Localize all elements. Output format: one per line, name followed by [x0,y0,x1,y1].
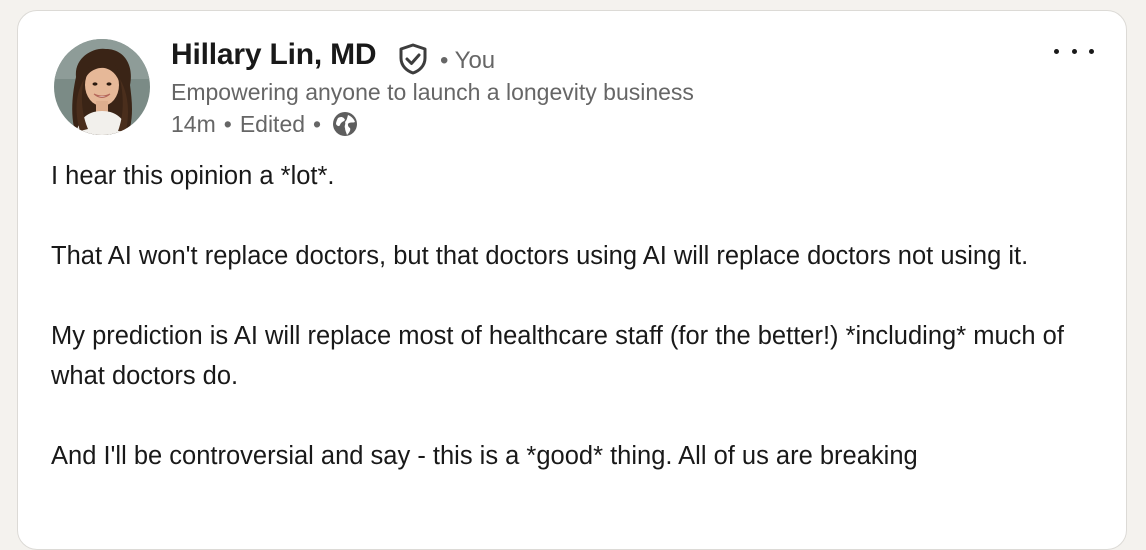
shield-check-icon [398,43,428,75]
globe-icon [331,110,359,138]
more-options-button[interactable] [1054,39,1094,63]
ellipsis-icon-dot [1054,48,1059,54]
ellipsis-icon-dot [1089,48,1094,54]
author-name[interactable]: Hillary Lin, MD [171,38,377,72]
meta-separator: • [223,110,232,137]
post-timestamp: 14m [171,110,216,137]
post-card: Hillary Lin, MD • You Empowering anyone … [17,10,1127,550]
ellipsis-icon-dot [1071,48,1077,54]
author-avatar[interactable] [54,39,150,135]
post-body: I hear this opinion a *lot*. That AI won… [51,156,1101,516]
post-paragraph: That AI won't replace doctors, but that … [51,242,1029,270]
meta-separator: • [313,110,322,137]
post-meta: 14m • Edited • [171,110,359,138]
edited-label: Edited [239,110,306,137]
post-paragraph: I hear this opinion a *lot*. [51,162,335,190]
author-headline: Empowering anyone to launch a longevity … [171,79,694,105]
post-paragraph: My prediction is AI will replace most of… [51,322,1064,390]
post-paragraph: And I'll be controversial and say - this… [51,442,918,470]
connection-degree: • You [440,47,496,74]
